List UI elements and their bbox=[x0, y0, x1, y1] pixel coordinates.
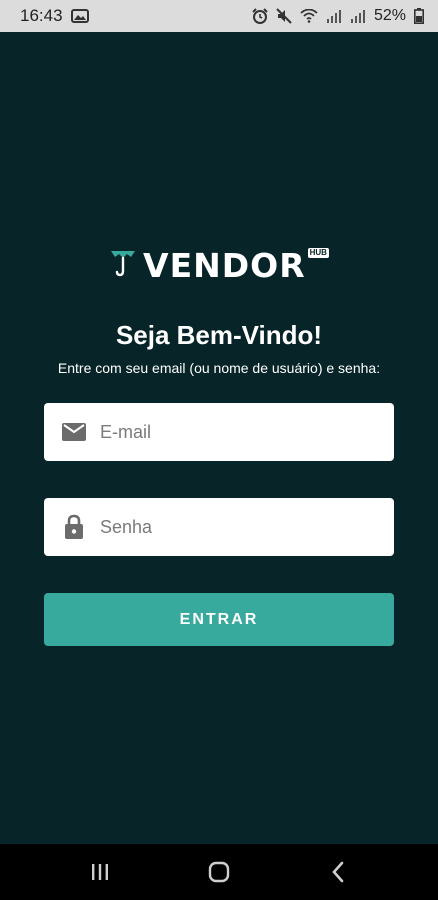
password-input[interactable] bbox=[100, 516, 380, 538]
welcome-title: Seja Bem-Vindo! bbox=[115, 320, 323, 350]
status-right: 52% bbox=[252, 7, 424, 25]
alarm-icon bbox=[252, 8, 268, 24]
brand-logo: VENDOR HUB bbox=[0, 246, 438, 285]
lock-icon bbox=[62, 514, 86, 540]
wifi-icon bbox=[300, 9, 318, 23]
mute-icon bbox=[276, 8, 292, 24]
umbrella-hook-icon bbox=[109, 247, 137, 284]
back-icon[interactable] bbox=[313, 852, 363, 892]
battery-percentage: 52% bbox=[373, 7, 406, 24]
home-icon[interactable] bbox=[194, 852, 244, 892]
status-bar: 16:43 52% bbox=[0, 0, 438, 32]
brand-name: VENDOR bbox=[143, 246, 306, 285]
photo-icon bbox=[70, 9, 89, 23]
login-button[interactable]: ENTRAR bbox=[44, 593, 394, 646]
battery-icon bbox=[414, 8, 424, 24]
email-input[interactable] bbox=[100, 421, 380, 443]
login-instructions: Entre com seu email (ou nome de usuário)… bbox=[57, 360, 381, 376]
recents-icon[interactable] bbox=[75, 852, 125, 892]
brand-badge: HUB bbox=[307, 248, 329, 258]
email-field[interactable] bbox=[44, 403, 394, 461]
login-screen: 16:43 52% VENDOR HUB Seja Bem-Vindo! Ent… bbox=[0, 0, 438, 900]
status-time: 16:43 bbox=[20, 6, 63, 25]
signal-icon bbox=[350, 9, 366, 23]
status-left: 16:43 bbox=[20, 6, 89, 26]
mail-icon bbox=[62, 423, 86, 441]
signal-icon bbox=[326, 9, 342, 23]
navigation-bar bbox=[0, 844, 438, 900]
password-field[interactable] bbox=[44, 498, 394, 556]
